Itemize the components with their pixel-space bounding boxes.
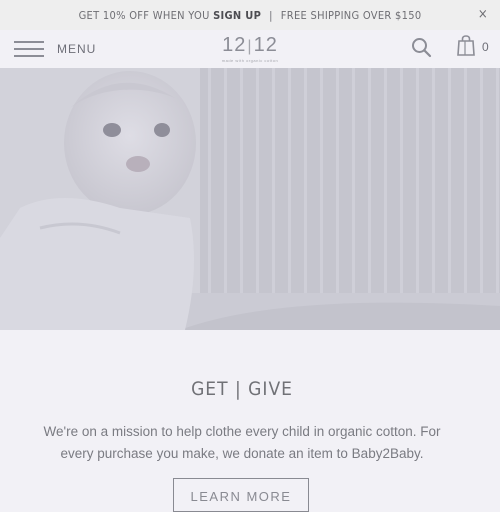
menu-button[interactable]: MENU [14,38,114,60]
site-header: MENU 12|12 made with organic cotton 0 [0,30,500,68]
logo[interactable]: 12|12 made with organic cotton [220,34,280,64]
cart-button[interactable]: 0 [456,35,496,59]
section-description: We're on a mission to help clothe every … [43,424,441,461]
signup-link[interactable]: SIGN UP [213,9,261,22]
shopping-bag-icon [457,35,475,56]
hero-image [0,68,500,330]
learn-more-button[interactable]: LEARN MORE [173,478,309,512]
logo-tagline: made with organic cotton [221,58,279,63]
logo-wordmark: 12|12 [222,34,278,56]
announcement-text-shipping: FREE SHIPPING OVER $150 [280,9,422,22]
close-icon[interactable]: × [478,7,488,22]
announcement-message[interactable]: GET 10% OFF WHEN YOU SIGN UP | FREE SHIPPI… [0,9,500,22]
search-icon [412,38,432,58]
announcement-text-discount: GET 10% OFF WHEN YOU [78,9,214,22]
baby-photo [0,68,500,330]
hamburger-icon [14,41,44,57]
announcement-bar: GET 10% OFF WHEN YOU SIGN UP | FREE SHIPPI… [0,0,500,30]
section-title: GET | GIVE [191,378,293,400]
menu-label: MENU [57,42,97,56]
cart-count: 0 [482,40,489,54]
search-button[interactable] [411,37,433,59]
announcement-separator: | [269,9,273,22]
